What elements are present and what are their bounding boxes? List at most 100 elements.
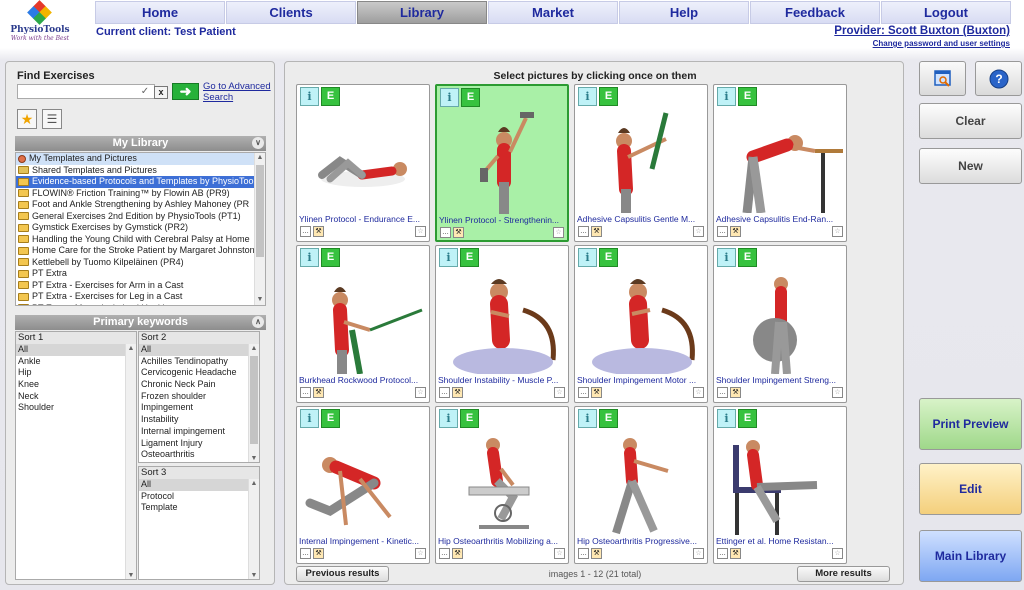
info-icon[interactable]: i	[440, 88, 459, 107]
exercise-card[interactable]: i E Ylinen Protocol - Endurance E... … ⚒ ☆	[296, 84, 430, 242]
favorite-star-icon[interactable]: ☆	[553, 227, 564, 238]
advanced-search-link[interactable]: Go to Advanced Search	[203, 81, 273, 103]
exercise-card[interactable]: i E Internal Impingement - Kinetic... … ⚒ ☆	[296, 406, 430, 564]
scroll-down-icon[interactable]: ▼	[255, 295, 265, 305]
collapse-icon[interactable]: ∨	[252, 137, 264, 149]
sort1-item[interactable]: All	[16, 344, 136, 356]
edit-tool-icon[interactable]: ⚒	[591, 387, 602, 398]
nav-clients[interactable]: Clients	[226, 1, 356, 24]
sort2-item[interactable]: Instability	[139, 414, 259, 426]
favorite-star-icon[interactable]: ☆	[415, 548, 426, 559]
more-results-button[interactable]: More results	[797, 566, 890, 582]
nav-logout[interactable]: Logout	[881, 1, 1011, 24]
favorite-star-icon[interactable]: ☆	[832, 548, 843, 559]
more-options-icon[interactable]: …	[717, 548, 728, 559]
library-item[interactable]: Home Care for the Stroke Patient by Marg…	[16, 245, 265, 257]
info-icon[interactable]: i	[439, 248, 458, 267]
more-options-icon[interactable]: …	[578, 548, 589, 559]
clear-search-button[interactable]: x	[154, 86, 168, 99]
exercise-card[interactable]: i E Ettinger et al. Home Resistan... … ⚒ ☆	[713, 406, 847, 564]
sort3-list[interactable]: Sort 3 All Protocol Template ▲ ▼	[138, 466, 260, 580]
my-library-header[interactable]: My Library ∨	[15, 136, 266, 151]
info-icon[interactable]: i	[578, 87, 597, 106]
library-item[interactable]: Gymstick Exercises by Gymstick (PR2)	[16, 222, 265, 234]
exercise-card[interactable]: i E Burkhead Rockwood Protocol... … ⚒ ☆	[296, 245, 430, 403]
more-options-icon[interactable]: …	[440, 227, 451, 238]
library-item[interactable]: PT Extra - Exercises for Leg in a Cast	[16, 291, 265, 303]
sort3-item[interactable]: Protocol	[139, 491, 259, 503]
sort1-item[interactable]: Hip	[16, 367, 136, 379]
nav-library[interactable]: Library	[357, 1, 487, 24]
more-options-icon[interactable]: …	[439, 387, 450, 398]
favorites-star-icon[interactable]: ★	[17, 109, 37, 129]
go-arrow-button[interactable]: ➜	[172, 83, 199, 100]
edit-tool-icon[interactable]: ⚒	[452, 548, 463, 559]
evidence-based-icon[interactable]: E	[321, 87, 340, 106]
favorite-star-icon[interactable]: ☆	[693, 226, 704, 237]
physiotools-logo[interactable]: PhysioTools Work with the Best	[8, 0, 72, 48]
info-icon[interactable]: i	[439, 409, 458, 428]
exercise-card[interactable]: i E Hip Osteoarthritis Progressive... … ⚒ ☆	[574, 406, 708, 564]
more-options-icon[interactable]: …	[439, 548, 450, 559]
evidence-based-icon[interactable]: E	[738, 409, 757, 428]
more-options-icon[interactable]: …	[300, 226, 311, 237]
exercise-card[interactable]: i E Adhesive Capsulitis Gentle M... … ⚒ ☆	[574, 84, 708, 242]
sort2-item[interactable]: Cervicogenic Headache	[139, 367, 259, 379]
more-options-icon[interactable]: …	[300, 387, 311, 398]
edit-tool-icon[interactable]: ⚒	[313, 548, 324, 559]
info-icon[interactable]: i	[300, 409, 319, 428]
main-library-button[interactable]: Main Library	[919, 530, 1022, 582]
library-item[interactable]: Evidence-based Protocols and Templates b…	[16, 176, 265, 188]
help-button[interactable]: ?	[975, 61, 1022, 96]
info-icon[interactable]: i	[578, 248, 597, 267]
exercise-card[interactable]: i E Ylinen Protocol - Strengthenin... … ⚒ ☆	[435, 84, 569, 242]
search-window-button[interactable]	[919, 61, 966, 96]
exercise-card[interactable]: i E Shoulder Impingement Streng... … ⚒ ☆	[713, 245, 847, 403]
library-item[interactable]: Kettlebell by Tuomo Kilpeläinen (PR4)	[16, 257, 265, 269]
nav-feedback[interactable]: Feedback	[750, 1, 880, 24]
edit-tool-icon[interactable]: ⚒	[313, 226, 324, 237]
my-library-list[interactable]: My Templates and Pictures Shared Template…	[15, 152, 266, 306]
primary-keywords-header[interactable]: Primary keywords ∧	[15, 315, 266, 330]
search-input[interactable]	[17, 84, 155, 99]
info-icon[interactable]: i	[300, 87, 319, 106]
clear-button[interactable]: Clear	[919, 103, 1022, 139]
info-icon[interactable]: i	[578, 409, 597, 428]
scroll-up-icon[interactable]: ▲	[126, 344, 136, 354]
sort3-item[interactable]: All	[139, 479, 259, 491]
sort1-item[interactable]: Neck	[16, 391, 136, 403]
exercise-card[interactable]: i E Hip Osteoarthritis Mobilizing a... … ⚒ ☆	[435, 406, 569, 564]
sort3-scrollbar[interactable]: ▲ ▼	[248, 479, 259, 579]
sort3-item[interactable]: Template	[139, 502, 259, 514]
sort2-item[interactable]: Frozen shoulder	[139, 391, 259, 403]
scroll-up-icon[interactable]: ▲	[249, 479, 259, 489]
sort1-item[interactable]: Shoulder	[16, 402, 136, 414]
library-item[interactable]: My Templates and Pictures	[16, 153, 265, 165]
sort1-item[interactable]: Knee	[16, 379, 136, 391]
favorite-star-icon[interactable]: ☆	[693, 387, 704, 398]
sort2-scrollbar[interactable]: ▲ ▼	[248, 344, 259, 462]
sort2-item[interactable]: Achilles Tendinopathy	[139, 356, 259, 368]
info-icon[interactable]: i	[717, 409, 736, 428]
evidence-based-icon[interactable]: E	[460, 409, 479, 428]
library-item[interactable]: General Exercises 2nd Edition by PhysioT…	[16, 211, 265, 223]
scroll-down-icon[interactable]: ▼	[126, 571, 136, 579]
more-options-icon[interactable]: …	[578, 226, 589, 237]
library-item[interactable]: Foot and Ankle Strengthening by Ashley M…	[16, 199, 265, 211]
favorite-star-icon[interactable]: ☆	[832, 387, 843, 398]
sort1-scrollbar[interactable]: ▲ ▼	[125, 344, 136, 579]
evidence-based-icon[interactable]: E	[321, 409, 340, 428]
more-options-icon[interactable]: …	[717, 387, 728, 398]
library-item[interactable]: PT Extra	[16, 268, 265, 280]
nav-help[interactable]: Help	[619, 1, 749, 24]
sort2-item[interactable]: Impingement	[139, 402, 259, 414]
list-view-icon[interactable]: ☰	[42, 109, 62, 129]
provider-link[interactable]: Provider: Scott Buxton (Buxton)	[834, 25, 1010, 37]
evidence-based-icon[interactable]: E	[460, 248, 479, 267]
library-scrollbar[interactable]: ▲ ▼	[254, 153, 265, 305]
edit-tool-icon[interactable]: ⚒	[730, 548, 741, 559]
change-password-link[interactable]: Change password and user settings	[873, 39, 1010, 48]
collapse-icon[interactable]: ∧	[252, 316, 264, 328]
edit-tool-icon[interactable]: ⚒	[313, 387, 324, 398]
exercise-card[interactable]: i E Shoulder Instability - Muscle P... … ⚒ ☆	[435, 245, 569, 403]
